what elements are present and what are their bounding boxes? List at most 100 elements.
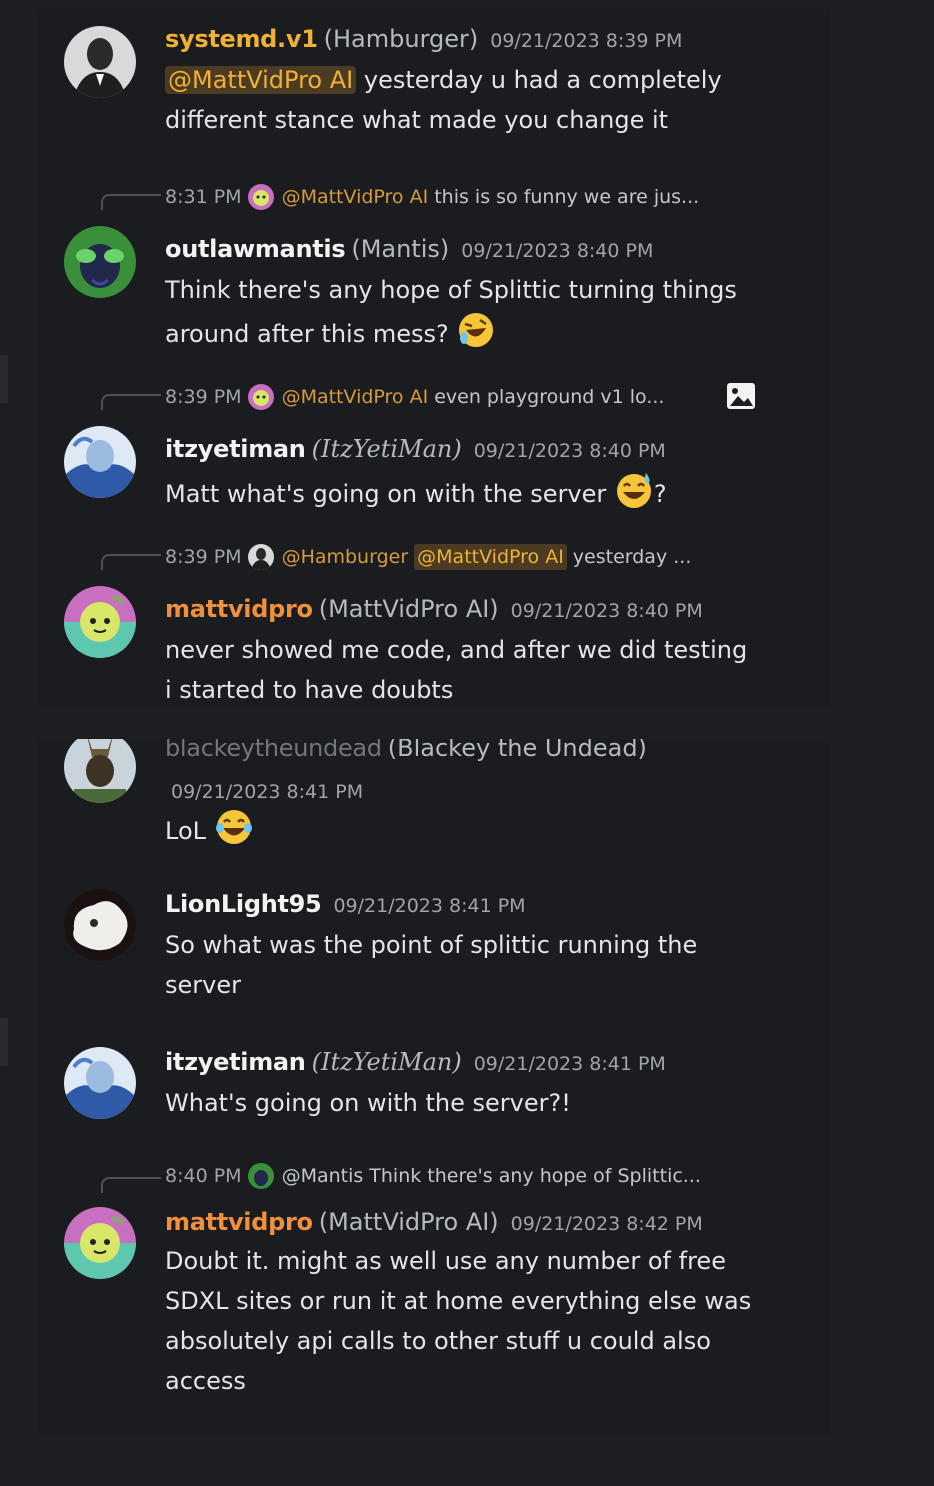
message-text: yesterday u had a completely bbox=[356, 66, 722, 94]
left-scroll-edge bbox=[0, 355, 8, 403]
rofl-emoji-icon bbox=[456, 310, 496, 362]
user-mention[interactable]: @MattVidPro AI bbox=[165, 66, 357, 94]
reply-mention[interactable]: @MattVidPro AI bbox=[282, 184, 429, 210]
timestamp: 09/21/2023 8:40 PM bbox=[461, 240, 654, 262]
timestamp: 09/21/2023 8:40 PM bbox=[473, 440, 666, 462]
message-timestamp-row: 09/21/2023 8:41 PM bbox=[165, 775, 363, 807]
message-header: outlawmantis (Mantis) 09/21/2023 8:40 PM bbox=[165, 234, 653, 266]
message-content: What's going on with the server?! bbox=[165, 1083, 785, 1123]
reply-preview[interactable]: 8:40 PM @Mantis Think there's any hope o… bbox=[165, 1163, 701, 1189]
reply-time: 8:39 PM bbox=[165, 386, 242, 408]
username[interactable]: systemd.v1 bbox=[165, 25, 318, 53]
timestamp: 09/21/2023 8:41 PM bbox=[333, 895, 526, 917]
username[interactable]: LionLight95 bbox=[165, 890, 322, 918]
image-attachment-icon[interactable] bbox=[726, 382, 756, 410]
message-text: Matt what's going on with the server bbox=[165, 480, 607, 508]
reply-mention[interactable]: @Mantis bbox=[282, 1163, 364, 1189]
reply-preview[interactable]: 8:39 PM @MattVidPro AI even playground v… bbox=[165, 384, 664, 410]
reply-text: this is so funny we are jus... bbox=[434, 186, 700, 208]
reply-connector bbox=[101, 194, 161, 210]
reply-mention-mattvidpro[interactable]: @MattVidPro AI bbox=[414, 544, 567, 570]
nickname: (Blackey the Undead) bbox=[387, 739, 647, 762]
nickname: (ItzYetiMan) bbox=[311, 435, 462, 463]
message-text: What's going on with the server?! bbox=[165, 1089, 571, 1117]
timestamp: 09/21/2023 8:41 PM bbox=[473, 1053, 666, 1075]
reply-text: even playground v1 lo... bbox=[434, 386, 665, 408]
chat-panel-bottom: blackeytheundead (Blackey the Undead) 09/… bbox=[37, 739, 830, 1436]
timestamp: 09/21/2023 8:42 PM bbox=[510, 1213, 703, 1235]
message-content: @MattVidPro AI yesterday u had a complet… bbox=[165, 60, 785, 140]
username[interactable]: itzyetiman bbox=[165, 1048, 306, 1076]
message-content: Think there's any hope of Splittic turni… bbox=[165, 270, 785, 362]
reply-avatar-icon bbox=[247, 544, 274, 570]
avatar[interactable] bbox=[64, 26, 136, 98]
undead-avatar-icon bbox=[64, 739, 136, 803]
avatar[interactable] bbox=[64, 739, 136, 803]
avatar[interactable] bbox=[64, 586, 136, 658]
yeti-avatar-icon bbox=[64, 426, 136, 498]
mattvidpro-avatar-icon bbox=[64, 1207, 136, 1279]
reply-mention[interactable]: @MattVidPro AI bbox=[282, 384, 429, 410]
avatar[interactable] bbox=[64, 1047, 136, 1119]
reply-avatar-icon bbox=[247, 184, 274, 210]
message-text-line3: absolutely api calls to other stuff u co… bbox=[165, 1327, 711, 1355]
message-text-line2: server bbox=[165, 971, 241, 999]
reply-avatar-icon bbox=[247, 384, 274, 410]
reply-text: yesterday ... bbox=[572, 546, 692, 568]
reply-connector bbox=[101, 554, 161, 570]
avatar[interactable] bbox=[64, 226, 136, 298]
username[interactable]: mattvidpro bbox=[165, 595, 313, 623]
reply-connector bbox=[101, 394, 161, 410]
lion-avatar-icon bbox=[64, 889, 136, 961]
message-text: So what was the point of splittic runnin… bbox=[165, 931, 698, 959]
yeti-avatar-icon bbox=[64, 1047, 136, 1119]
nickname: (MattVidPro AI) bbox=[318, 1208, 499, 1236]
mantis-avatar-icon bbox=[64, 226, 136, 298]
left-scroll-edge-2 bbox=[0, 1018, 8, 1066]
message-text: never showed me code, and after we did t… bbox=[165, 636, 748, 664]
avatar[interactable] bbox=[64, 889, 136, 961]
message-header: itzyetiman (ItzYetiMan) 09/21/2023 8:41 PM bbox=[165, 1047, 666, 1079]
mattvidpro-avatar-icon bbox=[64, 586, 136, 658]
chat-panel-top: systemd.v1 (Hamburger) 09/21/2023 8:39 PM … bbox=[37, 10, 830, 707]
timestamp: 09/21/2023 8:39 PM bbox=[490, 30, 683, 52]
reply-time: 8:40 PM bbox=[165, 1165, 242, 1187]
username[interactable]: mattvidpro bbox=[165, 1208, 313, 1236]
nickname: (ItzYetiMan) bbox=[311, 1048, 462, 1076]
reply-preview[interactable]: 8:31 PM @MattVidPro AI this is so funny … bbox=[165, 184, 699, 210]
message-content: Doubt it. might as well use any number o… bbox=[165, 1241, 785, 1401]
avatar[interactable] bbox=[64, 426, 136, 498]
reply-time: 8:31 PM bbox=[165, 186, 242, 208]
reply-time: 8:39 PM bbox=[165, 546, 242, 568]
message-header: mattvidpro (MattVidPro AI) 09/21/2023 8:40… bbox=[165, 594, 703, 626]
avatar[interactable] bbox=[64, 1207, 136, 1279]
message-text-line2: around after this mess? bbox=[165, 320, 449, 348]
timestamp: 09/21/2023 8:41 PM bbox=[171, 781, 364, 803]
message-text: Think there's any hope of Splittic turni… bbox=[165, 276, 737, 304]
timestamp: 09/21/2023 8:40 PM bbox=[510, 600, 703, 622]
message-text-line4: access bbox=[165, 1367, 246, 1395]
message-content: So what was the point of splittic runnin… bbox=[165, 925, 785, 1005]
nickname: (Hamburger) bbox=[323, 25, 479, 53]
message-text: Doubt it. might as well use any number o… bbox=[165, 1247, 726, 1275]
message-content: LoL bbox=[165, 807, 785, 859]
message-text: LoL bbox=[165, 817, 207, 845]
username[interactable]: outlawmantis bbox=[165, 235, 346, 263]
message-header: mattvidpro (MattVidPro AI) 09/21/2023 8:42… bbox=[165, 1207, 703, 1239]
message-text-end: ? bbox=[653, 480, 667, 508]
reply-avatar-icon bbox=[247, 1163, 274, 1189]
reply-mention-hamburger[interactable]: @Hamburger bbox=[282, 544, 409, 570]
message-content: never showed me code, and after we did t… bbox=[165, 630, 785, 707]
username[interactable]: blackeytheundead bbox=[165, 739, 382, 762]
nickname: (MattVidPro AI) bbox=[318, 595, 499, 623]
message-text-line2: different stance what made you change it bbox=[165, 106, 669, 134]
message-header: blackeytheundead (Blackey the Undead) bbox=[165, 739, 647, 763]
reply-preview[interactable]: 8:39 PM @Hamburger @MattVidPro AI yester… bbox=[165, 544, 691, 570]
username[interactable]: itzyetiman bbox=[165, 435, 306, 463]
message-header: LionLight95 09/21/2023 8:41 PM bbox=[165, 889, 526, 921]
message-header: systemd.v1 (Hamburger) 09/21/2023 8:39 PM bbox=[165, 24, 682, 56]
nickname: (Mantis) bbox=[351, 235, 450, 263]
message-content: Matt what's going on with the server ? bbox=[165, 470, 785, 522]
joy-emoji-icon bbox=[214, 807, 254, 859]
sweat-smile-emoji-icon bbox=[614, 470, 654, 522]
